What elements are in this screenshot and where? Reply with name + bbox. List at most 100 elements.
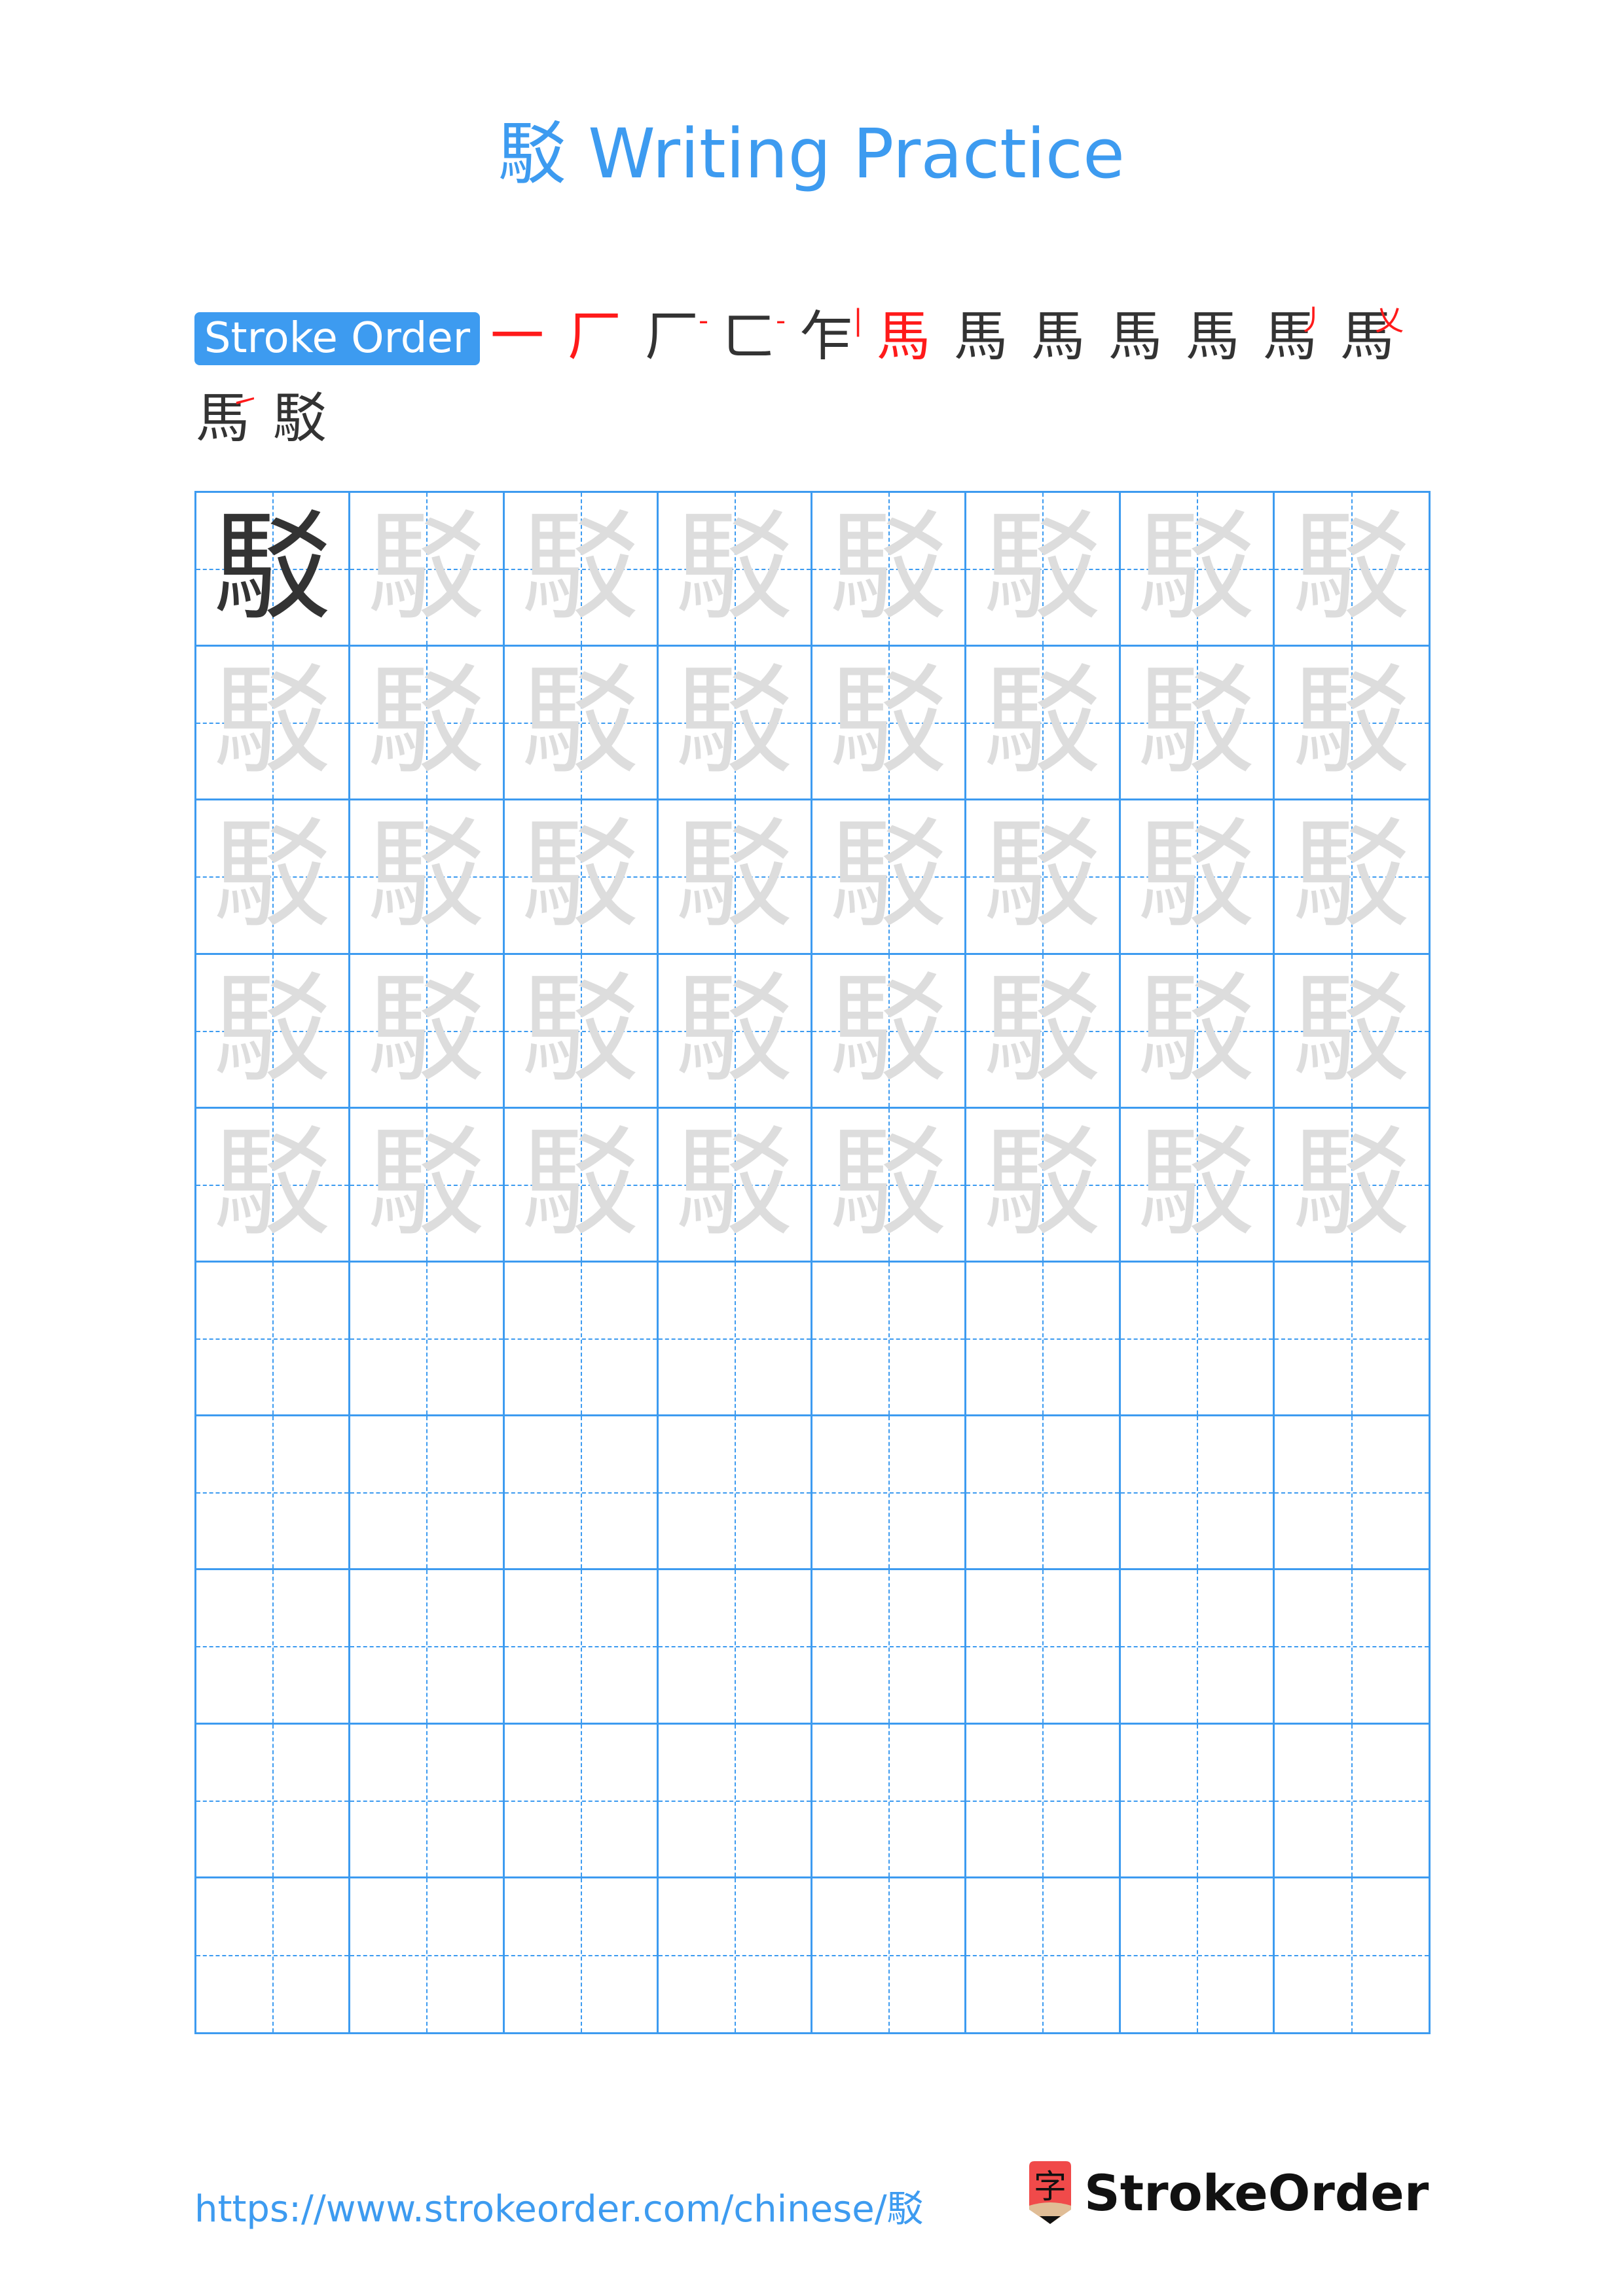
grid-cell[interactable]: 駁	[196, 1108, 351, 1263]
grid-cell[interactable]	[196, 1570, 351, 1725]
grid-cell[interactable]: 駁	[350, 1108, 505, 1263]
stroke-step-base: 馬	[1108, 306, 1162, 368]
grid-cell[interactable]: 駁	[504, 954, 659, 1109]
grid-cell[interactable]: 駁	[966, 954, 1121, 1109]
grid-cell[interactable]: 駁	[350, 954, 505, 1109]
grid-cell[interactable]: 駁	[1120, 954, 1275, 1109]
grid-cell[interactable]: 駁	[504, 800, 659, 955]
footer-url-link[interactable]: https://www.strokeorder.com/chinese/駁	[194, 2179, 924, 2233]
stroke-step-1: 一	[484, 301, 550, 373]
grid-cell[interactable]	[966, 1878, 1121, 2032]
grid-cell[interactable]	[196, 1878, 351, 2032]
grid-cell[interactable]: 駁	[658, 954, 812, 1109]
horizontal-guide-line	[812, 1492, 965, 1494]
grid-cell[interactable]	[1120, 1416, 1275, 1571]
grid-cell[interactable]: 駁	[966, 1108, 1121, 1263]
grid-cell[interactable]	[350, 1263, 505, 1417]
grid-cell[interactable]	[504, 1878, 659, 2032]
grid-cell[interactable]	[196, 1724, 351, 1878]
grid-cell[interactable]: 駁	[504, 1108, 659, 1263]
trace-character: 駁	[1137, 653, 1256, 791]
grid-cell[interactable]: 駁	[1120, 647, 1275, 801]
grid-cell[interactable]	[1120, 1724, 1275, 1878]
grid-cell[interactable]	[812, 1570, 967, 1725]
grid-cell[interactable]: 駁	[196, 493, 351, 647]
grid-cell[interactable]	[1274, 1724, 1429, 1878]
grid-cell[interactable]	[1274, 1416, 1429, 1571]
grid-cell[interactable]: 駁	[350, 647, 505, 801]
grid-cell[interactable]	[658, 1570, 812, 1725]
grid-cell[interactable]	[812, 1416, 967, 1571]
stroke-step-5: 乍 |	[793, 301, 863, 373]
horizontal-guide-line	[350, 1955, 503, 1957]
grid-cell[interactable]: 駁	[812, 800, 967, 955]
grid-cell[interactable]: 駁	[196, 800, 351, 955]
grid-cell[interactable]	[504, 1416, 659, 1571]
grid-cell[interactable]: 駁	[1120, 800, 1275, 955]
grid-cell[interactable]	[504, 1263, 659, 1417]
grid-cell[interactable]: 駁	[658, 800, 812, 955]
grid-cell[interactable]: 駁	[1274, 800, 1429, 955]
grid-cell[interactable]: 駁	[1274, 1108, 1429, 1263]
trace-character: 駁	[830, 499, 948, 636]
grid-cell[interactable]: 駁	[658, 493, 812, 647]
grid-cell[interactable]	[966, 1416, 1121, 1571]
grid-cell[interactable]: 駁	[196, 647, 351, 801]
grid-cell[interactable]	[1274, 1263, 1429, 1417]
grid-cell[interactable]	[196, 1416, 351, 1571]
grid-cell[interactable]	[1120, 1570, 1275, 1725]
grid-cell[interactable]: 駁	[504, 493, 659, 647]
grid-cell[interactable]	[504, 1724, 659, 1878]
grid-cell[interactable]	[812, 1263, 967, 1417]
horizontal-guide-line	[812, 1338, 965, 1340]
grid-cell[interactable]: 駁	[350, 800, 505, 955]
stroke-step-new-stroke: 厂	[567, 306, 621, 368]
grid-cell[interactable]	[350, 1724, 505, 1878]
grid-cell[interactable]: 駁	[812, 1108, 967, 1263]
grid-cell[interactable]: 駁	[966, 647, 1121, 801]
grid-cell[interactable]: 駁	[658, 1108, 812, 1263]
grid-cell[interactable]	[812, 1724, 967, 1878]
grid-cell[interactable]: 駁	[504, 647, 659, 801]
grid-cell[interactable]	[350, 1416, 505, 1571]
grid-cell[interactable]	[658, 1724, 812, 1878]
grid-cell[interactable]: 駁	[196, 954, 351, 1109]
grid-cell[interactable]	[812, 1878, 967, 2032]
grid-cell[interactable]: 駁	[350, 493, 505, 647]
trace-character: 駁	[1137, 499, 1256, 636]
grid-cell[interactable]	[1274, 1878, 1429, 2032]
trace-character: 駁	[983, 961, 1102, 1098]
grid-cell[interactable]: 駁	[658, 647, 812, 801]
grid-cell[interactable]	[1274, 1570, 1429, 1725]
grid-cell[interactable]	[350, 1570, 505, 1725]
grid-cell[interactable]: 駁	[812, 647, 967, 801]
grid-cell[interactable]	[504, 1570, 659, 1725]
horizontal-guide-line	[1120, 1955, 1273, 1957]
grid-cell[interactable]	[350, 1878, 505, 2032]
horizontal-guide-line	[966, 1955, 1119, 1957]
grid-cell[interactable]: 駁	[1274, 493, 1429, 647]
grid-cell[interactable]	[196, 1263, 351, 1417]
grid-cell[interactable]: 駁	[812, 493, 967, 647]
grid-cell[interactable]: 駁	[812, 954, 967, 1109]
grid-cell[interactable]	[1120, 1878, 1275, 2032]
grid-cell[interactable]	[966, 1724, 1121, 1878]
grid-cell[interactable]: 駁	[966, 493, 1121, 647]
grid-cell[interactable]: 駁	[966, 800, 1121, 955]
grid-cell[interactable]: 駁	[1274, 954, 1429, 1109]
grid-cell[interactable]: 駁	[1120, 493, 1275, 647]
stroke-step-12: 馬乂	[1334, 301, 1404, 373]
grid-cell[interactable]	[658, 1416, 812, 1571]
stroke-step-8: 馬	[1025, 301, 1091, 373]
grid-cell[interactable]	[966, 1570, 1121, 1725]
grid-cell[interactable]	[1120, 1263, 1275, 1417]
grid-cell[interactable]	[658, 1878, 812, 2032]
grid-cell[interactable]	[966, 1263, 1121, 1417]
stroke-step-base: 馬	[1185, 306, 1239, 368]
trace-character: 駁	[1137, 807, 1256, 944]
grid-cell[interactable]: 駁	[1274, 647, 1429, 801]
grid-cell[interactable]	[658, 1263, 812, 1417]
grid-cell[interactable]: 駁	[1120, 1108, 1275, 1263]
trace-character: 駁	[675, 961, 793, 1098]
pencil-logo-icon: 字	[1029, 2161, 1071, 2224]
